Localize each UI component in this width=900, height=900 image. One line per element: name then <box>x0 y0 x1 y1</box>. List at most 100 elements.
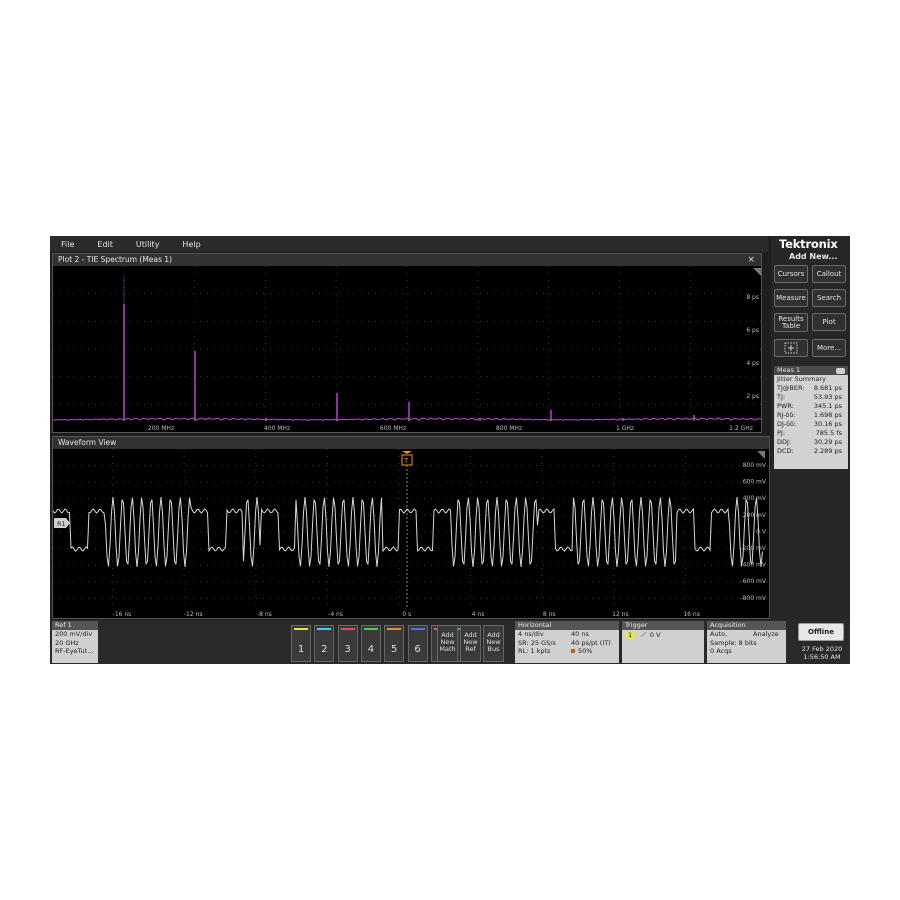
plot-button[interactable]: Plot <box>812 313 846 331</box>
measure-button[interactable]: Measure <box>774 289 808 307</box>
cursors-button[interactable]: Cursors <box>774 265 808 283</box>
menu-file[interactable]: File <box>50 240 86 249</box>
add-math-line-3: Math <box>439 645 456 653</box>
channel-color-stripe <box>317 628 332 630</box>
menu-edit[interactable]: Edit <box>86 240 125 249</box>
wave-x-tick: 0 s <box>402 611 411 618</box>
plot-corner-handle[interactable] <box>753 268 761 276</box>
meas-row-value: 8.681 ps <box>813 384 842 392</box>
date-text: 27 Feb 2020 <box>801 645 843 653</box>
wave-x-tick: 12 ns <box>612 611 628 618</box>
wave-y-tick: -400 mV <box>741 562 767 569</box>
meas-row: RJ-δδ: 1.698 ps <box>774 411 848 420</box>
channel-label: 6 <box>414 644 421 655</box>
ref-marker-label: R1 <box>57 520 66 528</box>
waveform-view[interactable]: Waveform View 800 mV 600 mV 400 mV 200 mV 0 … <box>52 436 770 619</box>
channel-4-button[interactable]: 4 <box>360 625 381 662</box>
horizontal-scale: 4 ns/div <box>518 630 544 638</box>
add-ref-line-3: Ref <box>465 645 476 653</box>
plot-title: Plot 2 - TIE Spectrum (Meas 1) <box>58 255 173 264</box>
trigger-marker[interactable]: T <box>401 451 413 466</box>
meas-row: TJ: 53.93 ps <box>774 393 848 402</box>
acquisition-badge[interactable]: Acquisition Auto, Analyze Sample: 8 bits … <box>707 621 786 663</box>
plot-title-bar[interactable]: Plot 2 - TIE Spectrum (Meas 1) × <box>53 254 761 266</box>
add-new-math-button[interactable]: Add New Math <box>437 625 458 662</box>
close-icon[interactable]: × <box>747 254 755 266</box>
plot-x-tick: 1 GHz <box>616 425 634 432</box>
channel-label: 5 <box>391 644 398 655</box>
meas-row: DCD: 2.289 ps <box>774 447 848 456</box>
channel-1-button[interactable]: 1 <box>291 625 311 662</box>
meas-row: PWR: 345.1 ps <box>774 402 848 411</box>
horizontal-badge[interactable]: Horizontal 4 ns/div 40 ns SR: 25 GS/s 40 p… <box>515 621 619 663</box>
wave-x-tick: -12 ns <box>184 611 203 618</box>
wave-y-tick: 800 mV <box>743 462 767 469</box>
delay-icon <box>571 649 575 653</box>
horizontal-title: Horizontal <box>515 621 619 630</box>
meas-row-value: 30.16 ps <box>813 420 842 428</box>
results-table-button[interactable]: Results Table <box>774 313 808 332</box>
add-new-bus-button[interactable]: Add New Bus <box>483 625 504 662</box>
ref-marker[interactable]: R1 <box>54 518 70 528</box>
more-button[interactable]: More... <box>812 339 846 357</box>
wave-x-tick: -4 ns <box>328 611 343 618</box>
wave-y-tick: 600 mV <box>743 479 767 486</box>
spectrum-baseline <box>53 417 761 421</box>
menu-utility[interactable]: Utility <box>125 240 172 249</box>
channel-label: 4 <box>367 644 375 655</box>
plot-x-tick: 1.2 GHz <box>729 425 753 432</box>
spectrum-graticule[interactable]: 8 ps 6 ps 4 ps 2 ps 200 MHz 400 MHz 600 MHz 800… <box>53 266 761 432</box>
channel-color-stripe <box>363 628 378 630</box>
callout-button[interactable]: Callout <box>812 265 846 283</box>
channel-color-stripe <box>410 628 425 630</box>
plot-y-tick: 6 ps <box>746 327 759 334</box>
trigger-badge[interactable]: Trigger 1 ⟋ 0 V <box>622 621 704 663</box>
meas1-results-badge[interactable]: Meas 1 Jitter Summary TJ@BER: 8.681 ps TJ: 5… <box>774 366 848 469</box>
waveform-corner-handle[interactable] <box>757 451 765 459</box>
plot-x-tick: 600 MHz <box>380 425 406 432</box>
meas-row-label: TJ: <box>777 393 786 401</box>
meas-row-label: DCD: <box>777 447 794 455</box>
horizontal-resolution: 40 ps/pt (IT) <box>571 638 611 647</box>
meas-row: Jitter Summary <box>774 375 848 384</box>
channel-color-stripe <box>340 628 355 630</box>
horizontal-sample-rate: SR: 25 GS/s <box>518 638 556 647</box>
meas-row-label: Jitter Summary <box>777 375 826 383</box>
menu-help[interactable]: Help <box>171 240 212 249</box>
plot-y-tick: 4 ps <box>746 360 759 367</box>
channel-6-button[interactable]: 6 <box>407 625 428 662</box>
meas-row: DJ-δδ: 30.16 ps <box>774 420 848 429</box>
right-panel: Tektronix Add New... Cursors Callout Mea… <box>771 236 850 620</box>
acquisition-mode: Auto, <box>710 630 728 638</box>
wave-x-tick: 16 ns <box>683 611 699 618</box>
offline-button[interactable]: Offline <box>798 623 844 641</box>
wave-x-tick: -8 ns <box>257 611 272 618</box>
meas-row: TJ@BER: 8.681 ps <box>774 384 848 393</box>
acquisition-analyze: Analyze <box>753 630 779 638</box>
tie-spectrum-plot[interactable]: Plot 2 - TIE Spectrum (Meas 1) × 8 ps 6 p… <box>52 253 762 433</box>
plot-y-tick: 2 ps <box>746 393 759 400</box>
search-button[interactable]: Search <box>812 289 846 307</box>
ref1-source: RF-EyeTut... <box>55 647 94 655</box>
channel-2-button[interactable]: 2 <box>314 625 335 662</box>
horizontal-delay: 50% <box>578 647 593 655</box>
meas-badge <box>836 367 845 374</box>
meas-row-value: 30.29 ps <box>813 438 842 446</box>
meas1-header: Meas 1 <box>774 366 848 375</box>
ref1-badge[interactable]: Ref 1 200 mV/div 20 GHz RF-EyeTut... <box>52 621 98 663</box>
wave-x-tick: 8 ns <box>543 611 556 618</box>
channel-5-button[interactable]: 5 <box>384 625 405 662</box>
waveform-title: Waveform View <box>58 438 117 447</box>
rising-edge-icon: ⟋ <box>641 631 646 639</box>
meas-row-label: DDJ: <box>777 438 792 446</box>
waveform-graticule[interactable]: 800 mV 600 mV 400 mV 200 mV 0 V -200 mV -400 m… <box>53 449 769 618</box>
meas-row-label: DJ-δδ: <box>777 420 797 428</box>
channel-3-button[interactable]: 3 <box>337 625 358 662</box>
trigger-title: Trigger <box>622 621 704 630</box>
ref1-title: Ref 1 <box>52 621 98 630</box>
plot-y-tick: 8 ps <box>746 294 759 301</box>
meas-row-label: PJ: <box>777 429 786 437</box>
oscilloscope-app: File Edit Utility Help Plot 2 - TIE Spec… <box>50 236 850 664</box>
zoom-icon[interactable] <box>774 339 808 357</box>
add-new-ref-button[interactable]: Add New Ref <box>460 625 481 662</box>
